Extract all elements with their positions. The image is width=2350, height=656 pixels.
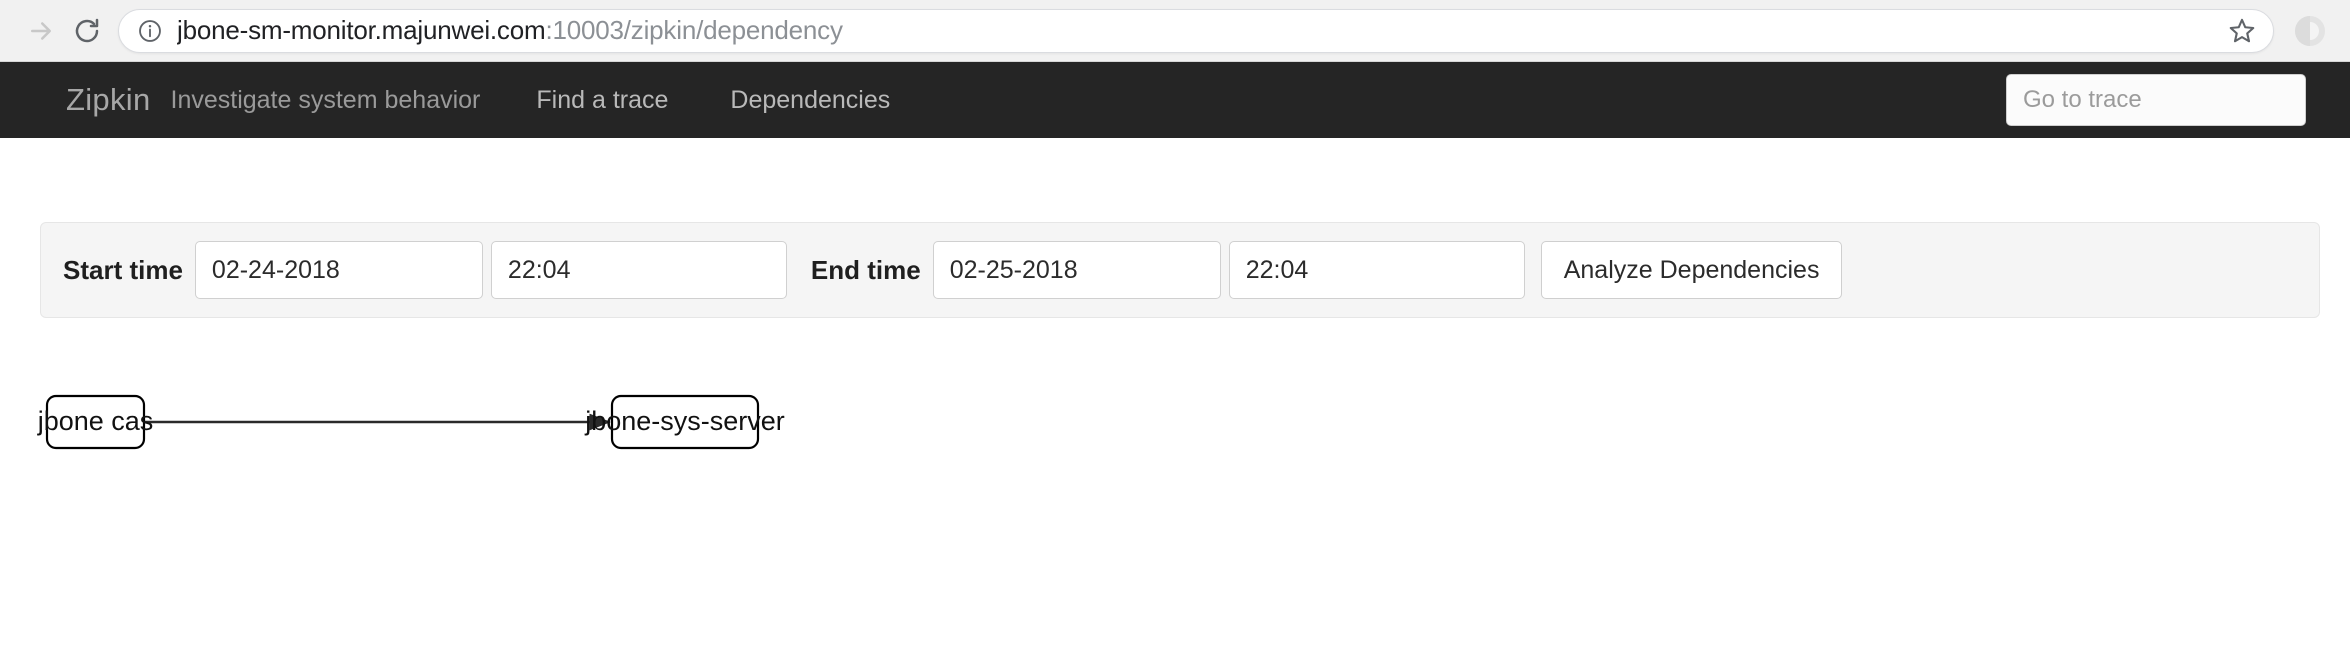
url-path: :10003/zipkin/dependency (545, 15, 843, 45)
address-bar[interactable]: jbone-sm-monitor.majunwei.com:10003/zipk… (118, 8, 2274, 53)
url-host: jbone-sm-monitor.majunwei.com (177, 15, 546, 45)
start-time-label: Start time (63, 254, 183, 285)
url-text: jbone-sm-monitor.majunwei.com:10003/zipk… (177, 15, 2213, 46)
graph-node-jbone-cas[interactable]: jbone cas (37, 394, 154, 450)
end-time-label: End time (810, 254, 921, 285)
dependency-query-panel: Start time 02-24-2018 22:04 End time 02-… (40, 222, 2320, 318)
node-label: jbone cas (37, 406, 154, 436)
nav-link-find-a-trace[interactable]: Find a trace (536, 86, 668, 115)
browser-toolbar: jbone-sm-monitor.majunwei.com:10003/zipk… (0, 0, 2350, 62)
start-time-input[interactable]: 22:04 (490, 241, 787, 299)
info-circle-icon[interactable] (137, 18, 163, 44)
end-date-input[interactable]: 02-25-2018 (932, 241, 1221, 299)
go-to-trace-placeholder: Go to trace (2023, 86, 2142, 113)
arrow-forward-icon (26, 16, 56, 46)
end-time-input[interactable]: 22:04 (1228, 241, 1525, 299)
node-label: jbone-sys-server (584, 406, 785, 436)
reload-button[interactable] (64, 8, 110, 54)
graph-node-jbone-sys-server[interactable]: jbone-sys-server (584, 394, 785, 450)
nav-link-dependencies[interactable]: Dependencies (730, 86, 890, 115)
brand-logo[interactable]: Zipkin (66, 82, 151, 118)
analyze-dependencies-button[interactable]: Analyze Dependencies (1540, 241, 1843, 299)
dependency-graph[interactable]: jbone cas jbone-sys-server (0, 344, 2350, 644)
page-content: Start time 02-24-2018 22:04 End time 02-… (0, 138, 2350, 656)
app-navbar: Zipkin Investigate system behavior Find … (0, 62, 2350, 138)
forward-button[interactable] (18, 8, 64, 54)
dependency-graph-svg: jbone cas jbone-sys-server (37, 394, 785, 450)
star-outline-icon[interactable] (2227, 16, 2257, 46)
profile-avatar-icon[interactable] (2288, 9, 2332, 53)
go-to-trace-input[interactable]: Go to trace (2006, 74, 2306, 126)
start-date-input[interactable]: 02-24-2018 (194, 241, 483, 299)
brand-tagline: Investigate system behavior (170, 85, 481, 114)
reload-icon (72, 16, 102, 46)
